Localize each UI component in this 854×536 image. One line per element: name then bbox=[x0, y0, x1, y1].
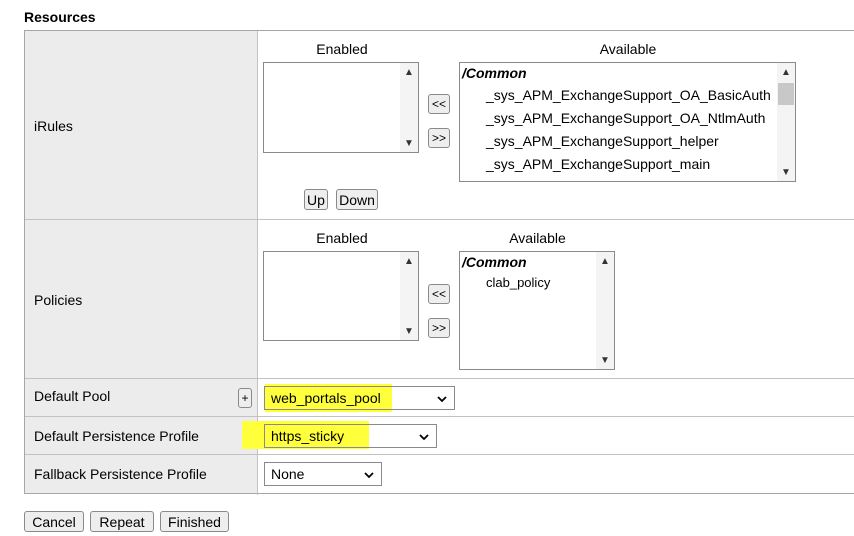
scroll-up-icon[interactable]: ▲ bbox=[596, 252, 614, 270]
irules-available-scrollbar[interactable]: ▲ ▼ bbox=[777, 63, 795, 181]
default-pool-value: web_portals_pool bbox=[271, 390, 381, 406]
policies-enabled-header: Enabled bbox=[316, 230, 368, 246]
irules-available-list[interactable]: /Common _sys_APM_ExchangeSupport_OA_Basi… bbox=[459, 62, 796, 182]
irules-enabled-scrollbar[interactable]: ▲ ▼ bbox=[400, 63, 418, 152]
scroll-thumb[interactable] bbox=[778, 83, 794, 105]
policies-label: Policies bbox=[34, 292, 83, 308]
policies-enabled-list[interactable]: ▲ ▼ bbox=[263, 251, 419, 341]
chevron-down-icon bbox=[364, 472, 374, 479]
finished-button[interactable]: Finished bbox=[160, 511, 229, 532]
scroll-down-icon[interactable]: ▼ bbox=[777, 163, 795, 181]
policies-enabled-scrollbar[interactable]: ▲ ▼ bbox=[400, 252, 418, 340]
policies-move-left-button[interactable]: << bbox=[428, 284, 450, 304]
chevron-down-icon bbox=[437, 396, 447, 403]
add-pool-button[interactable]: + bbox=[238, 388, 252, 408]
scroll-up-icon[interactable]: ▲ bbox=[400, 252, 418, 270]
irules-available-group[interactable]: /Common bbox=[462, 65, 527, 81]
policies-available-group[interactable]: /Common bbox=[462, 254, 527, 270]
irules-up-button[interactable]: Up bbox=[304, 189, 328, 210]
irules-enabled-header: Enabled bbox=[316, 41, 368, 57]
irules-move-left-button[interactable]: << bbox=[428, 94, 450, 114]
irules-move-right-button[interactable]: >> bbox=[428, 128, 450, 148]
default-pool-label: Default Pool bbox=[34, 388, 111, 404]
irules-down-button[interactable]: Down bbox=[336, 189, 378, 210]
chevron-down-icon bbox=[419, 434, 429, 441]
resources-table: iRules Enabled Available ▲ ▼ << >> /Comm… bbox=[24, 30, 854, 495]
fallback-persistence-value: None bbox=[271, 466, 305, 482]
scroll-up-icon[interactable]: ▲ bbox=[400, 63, 418, 81]
list-item[interactable]: _sys_APM_ExchangeSupport_helper bbox=[486, 133, 719, 149]
policies-available-header: Available bbox=[509, 230, 566, 246]
fallback-persistence-label: Fallback Persistence Profile bbox=[34, 466, 207, 482]
default-persistence-value: https_sticky bbox=[271, 428, 345, 444]
default-persistence-label: Default Persistence Profile bbox=[34, 428, 199, 444]
scroll-up-icon[interactable]: ▲ bbox=[777, 63, 795, 81]
irules-enabled-list[interactable]: ▲ ▼ bbox=[263, 62, 419, 153]
cancel-button[interactable]: Cancel bbox=[24, 511, 84, 532]
scroll-down-icon[interactable]: ▼ bbox=[400, 134, 418, 152]
irules-label: iRules bbox=[34, 118, 73, 134]
list-item[interactable]: _sys_APM_ExchangeSupport_OA_NtlmAuth bbox=[486, 110, 765, 126]
fallback-persistence-select[interactable]: None bbox=[264, 462, 382, 486]
repeat-button[interactable]: Repeat bbox=[90, 511, 154, 532]
list-item[interactable]: _sys_APM_ExchangeSupport_main bbox=[486, 156, 710, 172]
policies-available-list[interactable]: /Common clab_policy ▲ ▼ bbox=[459, 251, 615, 370]
scroll-down-icon[interactable]: ▼ bbox=[596, 351, 614, 369]
policies-available-scrollbar[interactable]: ▲ ▼ bbox=[596, 252, 614, 369]
list-item[interactable]: _sys_APM_ExchangeSupport_OA_BasicAuth bbox=[486, 87, 771, 103]
section-title: Resources bbox=[24, 9, 96, 25]
list-item[interactable]: clab_policy bbox=[486, 275, 550, 290]
default-persistence-select[interactable]: https_sticky bbox=[264, 424, 437, 448]
policies-move-right-button[interactable]: >> bbox=[428, 318, 450, 338]
irules-available-header: Available bbox=[599, 41, 657, 57]
default-pool-select[interactable]: web_portals_pool bbox=[264, 386, 455, 410]
scroll-down-icon[interactable]: ▼ bbox=[400, 322, 418, 340]
